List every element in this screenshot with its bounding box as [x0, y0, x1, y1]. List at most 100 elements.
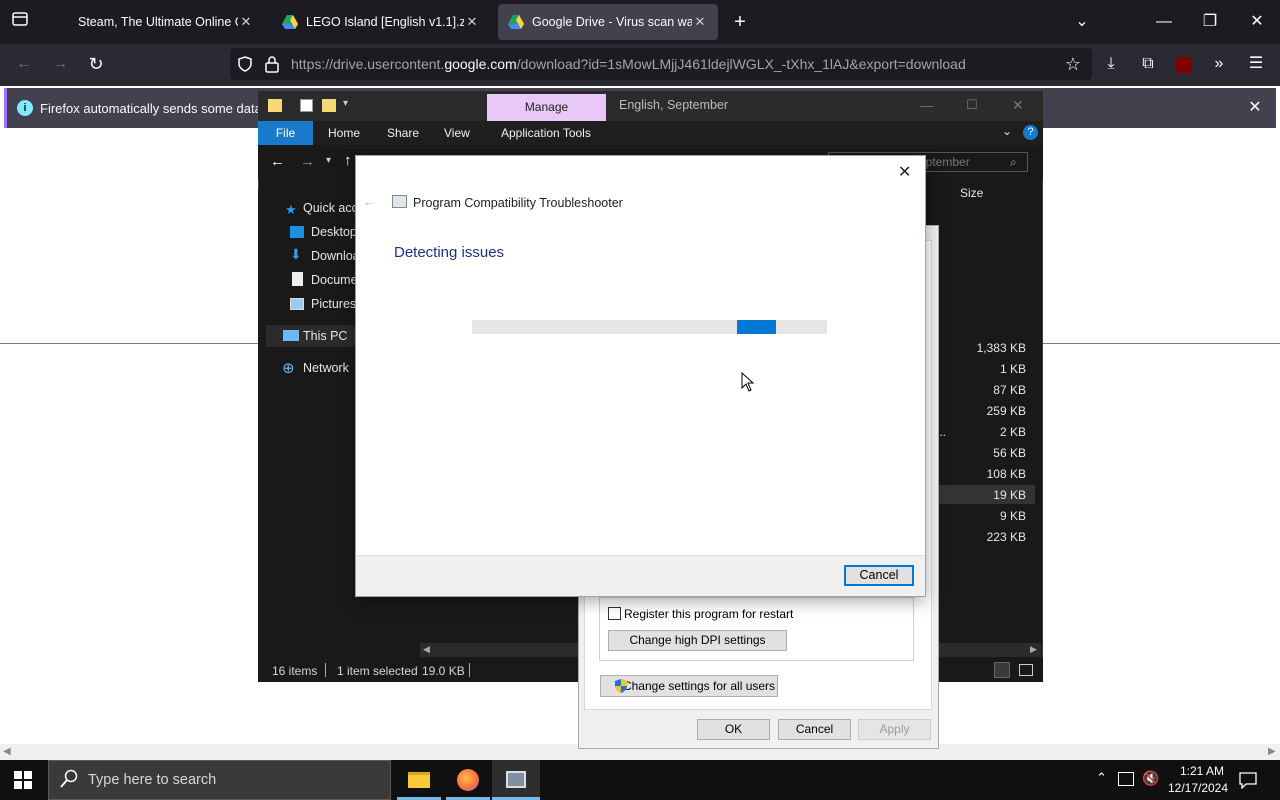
network-icon: ⊕: [282, 360, 295, 377]
restore-icon[interactable]: ❐: [1198, 10, 1222, 34]
uac-shield-icon: [614, 678, 628, 697]
taskbar-troubleshooter[interactable]: [492, 760, 540, 800]
firefox-icon: [457, 769, 479, 791]
tracking-shield-icon[interactable]: [236, 55, 254, 76]
menu-icon[interactable]: ☰: [1244, 52, 1268, 76]
new-tab-icon[interactable]: +: [728, 10, 752, 34]
ribbon-tab-home[interactable]: Home: [328, 126, 360, 140]
url-text[interactable]: https://drive.usercontent.google.com/dow…: [291, 56, 966, 72]
close-icon[interactable]: ✕: [692, 14, 708, 30]
reload-icon[interactable]: ↻: [84, 52, 108, 76]
google-drive-icon: [282, 15, 298, 29]
nav-item-quick-access[interactable]: Quick acc: [303, 201, 358, 215]
extensions-icon[interactable]: ⧉: [1136, 52, 1160, 76]
more-tools-icon[interactable]: »: [1207, 52, 1231, 76]
tab-overview-icon[interactable]: [8, 10, 32, 36]
explorer-minimize-icon[interactable]: —: [920, 98, 933, 113]
ublock-icon[interactable]: [1176, 57, 1192, 73]
tab-steam[interactable]: Steam, The Ultimate Online Gar ✕: [58, 4, 264, 40]
clock-date[interactable]: 12/17/2024: [1164, 781, 1232, 795]
taskbar-file-explorer[interactable]: [395, 760, 443, 800]
document-icon: [292, 272, 303, 286]
volume-muted-icon[interactable]: 🔇: [1142, 770, 1159, 787]
scroll-right-icon[interactable]: ▶: [1268, 746, 1276, 757]
forward-icon[interactable]: →: [48, 52, 72, 76]
register-restart-checkbox[interactable]: [608, 607, 621, 620]
up-folder-icon[interactable]: ↑: [344, 152, 352, 169]
help-icon[interactable]: ?: [1023, 125, 1038, 140]
file-size: 1 KB: [999, 362, 1026, 376]
status-size: 19.0 KB: [422, 664, 465, 678]
explorer-back-icon[interactable]: ←: [270, 153, 285, 170]
file-size: 87 KB: [993, 383, 1026, 397]
details-view-icon[interactable]: [994, 662, 1010, 678]
back-arrow-icon[interactable]: ←: [363, 194, 376, 209]
scroll-left-icon[interactable]: ◀: [3, 746, 11, 757]
nav-item-desktop[interactable]: Desktop: [311, 225, 357, 239]
troubleshooter-title: Program Compatibility Troubleshooter: [413, 196, 623, 210]
properties-icon[interactable]: [300, 99, 313, 112]
scroll-left-icon[interactable]: ◀: [423, 644, 430, 655]
notifications-icon[interactable]: [1239, 771, 1257, 792]
file-size: 259 KB: [986, 404, 1026, 418]
tab-google-drive[interactable]: Google Drive - Virus scan warni ✕: [498, 4, 718, 40]
status-item-count: 16 items: [272, 664, 318, 678]
nav-item-this-pc[interactable]: This PC: [303, 329, 347, 343]
scroll-right-icon[interactable]: ▶: [1030, 644, 1037, 655]
url-path: /download?id=1sMowLMjjJ461ldejlWGLX_-tXh…: [516, 56, 966, 72]
new-folder-icon[interactable]: [322, 99, 336, 112]
tab-title: Google Drive - Virus scan warni: [532, 15, 692, 29]
column-header-size[interactable]: Size: [960, 186, 983, 200]
pictures-icon: [290, 298, 304, 310]
bookmark-star-icon[interactable]: ☆: [1061, 52, 1085, 76]
change-dpi-button[interactable]: Change high DPI settings: [608, 630, 787, 651]
ribbon-tab-file[interactable]: File: [258, 121, 313, 145]
back-icon[interactable]: ←: [12, 52, 36, 76]
ribbon-tab-view[interactable]: View: [444, 126, 470, 140]
explorer-close-icon[interactable]: ✕: [1012, 97, 1024, 114]
troubleshooter-app-icon: [392, 195, 407, 208]
nav-item-network[interactable]: Network: [303, 361, 349, 375]
network-tray-icon[interactable]: [1118, 772, 1134, 786]
nav-item-downloads[interactable]: Downloa: [311, 249, 360, 263]
file-size: 223 KB: [986, 530, 1026, 544]
apply-button[interactable]: Apply: [858, 719, 931, 740]
minimize-icon[interactable]: —: [1152, 10, 1176, 34]
troubleshooter-close-icon[interactable]: ✕: [898, 162, 911, 182]
quick-access-dropdown-icon[interactable]: ▾: [343, 98, 348, 109]
close-icon[interactable]: ✕: [464, 14, 480, 30]
ribbon-expand-icon[interactable]: ⌄: [1002, 124, 1012, 138]
list-tabs-icon[interactable]: ⌄: [1070, 10, 1094, 34]
lock-icon[interactable]: [264, 55, 280, 76]
notification-close-icon[interactable]: ✕: [1243, 96, 1267, 120]
file-size: 108 KB: [986, 467, 1026, 481]
nav-item-pictures[interactable]: Pictures: [311, 297, 356, 311]
ok-button[interactable]: OK: [697, 719, 770, 740]
tab-title: LEGO Island [English v1.1].zip -: [306, 15, 464, 29]
large-icons-view-icon[interactable]: [1019, 664, 1033, 676]
taskbar-firefox[interactable]: [444, 760, 492, 800]
mouse-cursor-icon: [741, 371, 755, 395]
manage-tab[interactable]: Manage: [487, 94, 606, 121]
downloads-icon[interactable]: ⤓: [1099, 52, 1123, 76]
windows-start-icon[interactable]: [14, 771, 32, 792]
close-window-icon[interactable]: ✕: [1245, 10, 1269, 34]
properties-cancel-button[interactable]: Cancel: [778, 719, 851, 740]
ribbon-tab-share[interactable]: Share: [387, 126, 419, 140]
explorer-maximize-icon[interactable]: ☐: [966, 97, 978, 113]
notification-text: Firefox automatically sends some data to: [40, 101, 277, 116]
status-divider: [325, 663, 326, 677]
troubleshooter-cancel-button[interactable]: Cancel: [844, 565, 914, 586]
show-hidden-icons-icon[interactable]: ⌃: [1096, 770, 1107, 786]
recent-locations-icon[interactable]: ▾: [326, 155, 331, 166]
status-divider: [469, 663, 470, 677]
tab-lego-island[interactable]: LEGO Island [English v1.1].zip - ✕: [272, 4, 490, 40]
troubleshooter-dialog: [355, 155, 926, 597]
file-size: 1,383 KB: [976, 341, 1026, 355]
clock-time[interactable]: 1:21 AM: [1172, 764, 1232, 778]
ribbon-tab-application-tools[interactable]: Application Tools: [501, 126, 591, 140]
close-icon[interactable]: ✕: [238, 14, 254, 30]
explorer-forward-icon[interactable]: →: [300, 153, 315, 170]
url-prefix: https://drive.usercontent.: [291, 56, 445, 72]
nav-item-documents[interactable]: Docume: [311, 273, 358, 287]
